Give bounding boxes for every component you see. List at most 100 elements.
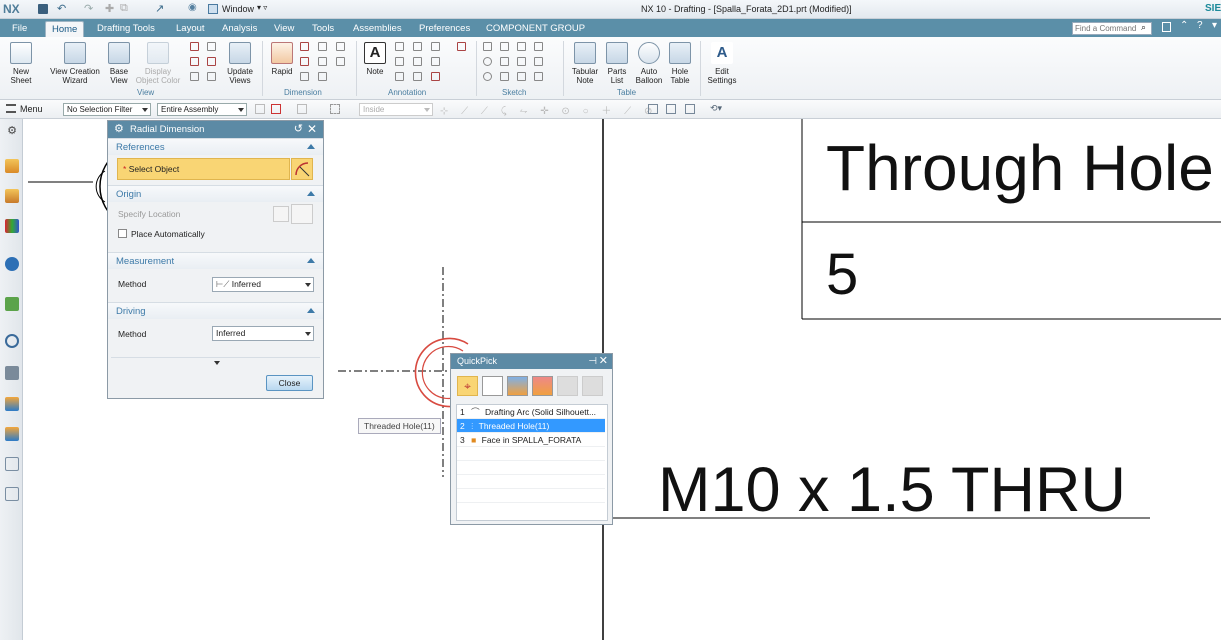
redo-icon[interactable]: ↷ — [84, 2, 93, 15]
area-fill-icon[interactable] — [431, 72, 440, 81]
selection-priority-icon[interactable]: ⟲▾ — [710, 103, 722, 114]
auto-balloon-button[interactable]: Auto Balloon — [632, 42, 666, 85]
parts-list-button[interactable]: Parts List — [604, 42, 630, 85]
pin-icon[interactable]: ⊣ — [588, 354, 597, 369]
line-icon[interactable] — [517, 42, 526, 51]
command-search-input[interactable] — [1072, 22, 1152, 35]
ribbon-options-icon[interactable] — [1162, 22, 1171, 32]
chamfer-dim-icon[interactable] — [336, 42, 345, 51]
face-filter-icon[interactable] — [582, 376, 603, 396]
menu-button[interactable]: Menu — [20, 104, 43, 114]
centermark-icon[interactable] — [395, 57, 404, 66]
undo-icon[interactable]: ↶ — [57, 2, 66, 15]
palette-icon[interactable] — [5, 427, 19, 441]
tab-assemblies[interactable]: Assemblies — [347, 21, 408, 37]
selection-arrow-icon[interactable]: ↗ — [155, 2, 164, 15]
linear-dim-icon[interactable] — [300, 42, 309, 51]
more-icon[interactable]: ▾ — [1212, 20, 1217, 31]
part-navigator-icon[interactable] — [5, 159, 19, 173]
display-object-color-button[interactable]: Display Object Color — [134, 42, 182, 85]
rectangle-icon[interactable] — [500, 42, 509, 51]
tab-file[interactable]: File — [6, 21, 33, 37]
surface-finish-icon[interactable] — [431, 42, 440, 51]
help-icon[interactable]: ? — [1197, 20, 1203, 31]
studio-spline-icon[interactable] — [517, 57, 526, 66]
weld-symbol-icon[interactable] — [457, 42, 466, 51]
extend-icon[interactable] — [534, 72, 543, 81]
tab-home[interactable]: Home — [45, 21, 85, 37]
feature-filter-icon[interactable] — [507, 376, 528, 396]
projected-view-icon[interactable] — [190, 42, 199, 51]
update-views-button[interactable]: Update Views — [222, 42, 258, 85]
base-view-button[interactable]: Base View — [105, 42, 133, 85]
select-by-region-icon[interactable] — [271, 104, 281, 114]
place-automatically-checkbox[interactable] — [118, 229, 127, 238]
datum-feature-icon[interactable] — [413, 42, 422, 51]
driving-method-dropdown[interactable]: Inferred — [212, 326, 314, 341]
selection-filter-dropdown[interactable]: No Selection Filter — [63, 103, 151, 116]
new-sheet-button[interactable]: New Sheet — [4, 42, 38, 85]
component-filter-icon[interactable] — [557, 376, 578, 396]
hole-table-button[interactable]: Hole Table — [667, 42, 693, 85]
history-icon[interactable] — [5, 297, 19, 311]
symbol-icon[interactable] — [395, 72, 404, 81]
select-object-field[interactable]: * Select Object — [117, 158, 290, 180]
arc-icon[interactable] — [534, 42, 543, 51]
tab-analysis[interactable]: Analysis — [216, 21, 263, 37]
system-materials-icon[interactable] — [5, 397, 19, 411]
driving-section-header[interactable]: Driving — [108, 302, 323, 319]
select-object-button[interactable] — [291, 158, 313, 180]
tab-tools[interactable]: Tools — [306, 21, 340, 37]
rectangle-select-icon[interactable] — [330, 104, 340, 114]
close-icon[interactable]: ✕ — [307, 121, 317, 138]
view-icons[interactable] — [666, 104, 676, 114]
origin-section-header[interactable]: Origin — [108, 185, 323, 202]
break-view-icon[interactable] — [207, 57, 216, 66]
note-button[interactable]: A Note — [362, 42, 388, 76]
tab-component-group[interactable]: COMPONENT GROUP — [480, 21, 591, 37]
polygon-icon[interactable] — [534, 57, 543, 66]
view-icons[interactable] — [648, 104, 658, 114]
trim-icon[interactable] — [517, 72, 526, 81]
search-icon[interactable]: ⌕ — [1141, 22, 1146, 33]
touch-mode-icon[interactable]: ◉ — [188, 2, 197, 13]
roles-icon[interactable] — [5, 366, 19, 380]
lasso-icon[interactable] — [297, 104, 307, 114]
quickpick-item[interactable]: 3 ■ Face in SPALLA_FORATA — [457, 433, 605, 447]
settings-icon[interactable]: ⚙ — [5, 124, 19, 138]
image-icon[interactable] — [413, 72, 422, 81]
crosshatch-icon[interactable] — [431, 57, 440, 66]
close-icon[interactable]: ✕ — [599, 354, 608, 369]
minimize-ribbon-icon[interactable]: ⌃ — [1180, 20, 1188, 31]
view-boundary-icon[interactable] — [207, 72, 216, 81]
curve-filter-icon[interactable] — [482, 376, 503, 396]
feature-control-frame-icon[interactable] — [395, 42, 404, 51]
ellipse-icon[interactable] — [483, 72, 492, 81]
point-icon[interactable] — [500, 57, 509, 66]
ordinate-dim-icon[interactable] — [300, 72, 309, 81]
copy-icon[interactable]: ⧉ — [120, 2, 128, 15]
perimeter-dim-icon[interactable] — [318, 72, 327, 81]
more-options-expander[interactable] — [111, 357, 320, 367]
quickpick-item-selected[interactable]: 2 ⫶ Threaded Hole(11) — [457, 419, 605, 433]
snap-icon[interactable] — [255, 104, 265, 114]
view-icons[interactable] — [685, 104, 695, 114]
tab-layout[interactable]: Layout — [170, 21, 211, 37]
body-filter-icon[interactable] — [532, 376, 553, 396]
tab-view[interactable]: View — [268, 21, 300, 37]
all-types-filter-icon[interactable]: ⌖ — [457, 376, 478, 396]
scope-dropdown[interactable]: Entire Assembly — [157, 103, 247, 116]
circle-icon[interactable] — [483, 57, 492, 66]
profile-icon[interactable] — [483, 42, 492, 51]
clock-icon[interactable] — [5, 334, 19, 348]
thickness-dim-icon[interactable] — [318, 57, 327, 66]
arc-length-dim-icon[interactable] — [336, 57, 345, 66]
close-button[interactable]: Close — [266, 375, 313, 391]
save-icon[interactable] — [38, 4, 48, 14]
references-section-header[interactable]: References — [108, 138, 323, 155]
cut-icon[interactable]: ✚ — [105, 2, 114, 15]
edit-settings-button[interactable]: A Edit Settings — [705, 42, 739, 85]
target-point-icon[interactable] — [413, 57, 422, 66]
reset-icon[interactable]: ↺ — [294, 121, 303, 138]
section-view-icon[interactable] — [190, 57, 199, 66]
